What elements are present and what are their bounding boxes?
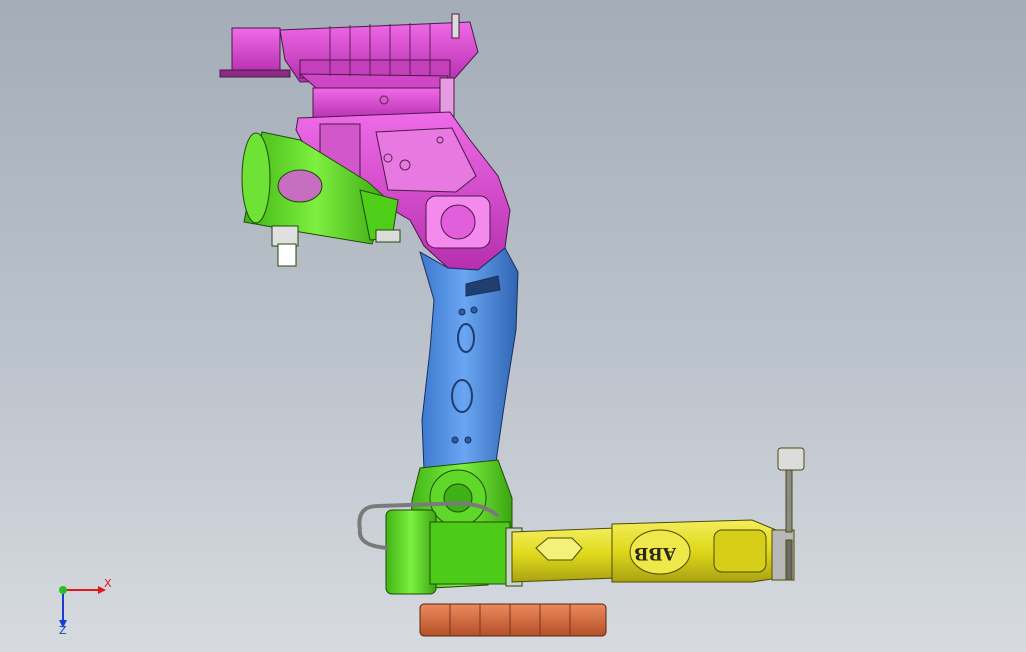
axis3-housing-part[interactable] bbox=[357, 459, 523, 595]
robot-model[interactable]: ABB X Z bbox=[0, 0, 1026, 652]
lower-arm-part[interactable] bbox=[419, 247, 519, 473]
abb-logo: ABB bbox=[634, 543, 677, 563]
graphics-viewport[interactable]: ABB X Z bbox=[0, 0, 1026, 652]
y-axis-dot bbox=[59, 586, 67, 594]
x-axis-label: X bbox=[104, 577, 112, 590]
z-axis-label: Z bbox=[59, 624, 67, 637]
counterweight-part[interactable] bbox=[419, 603, 607, 637]
orientation-triad: X Z bbox=[59, 577, 112, 637]
